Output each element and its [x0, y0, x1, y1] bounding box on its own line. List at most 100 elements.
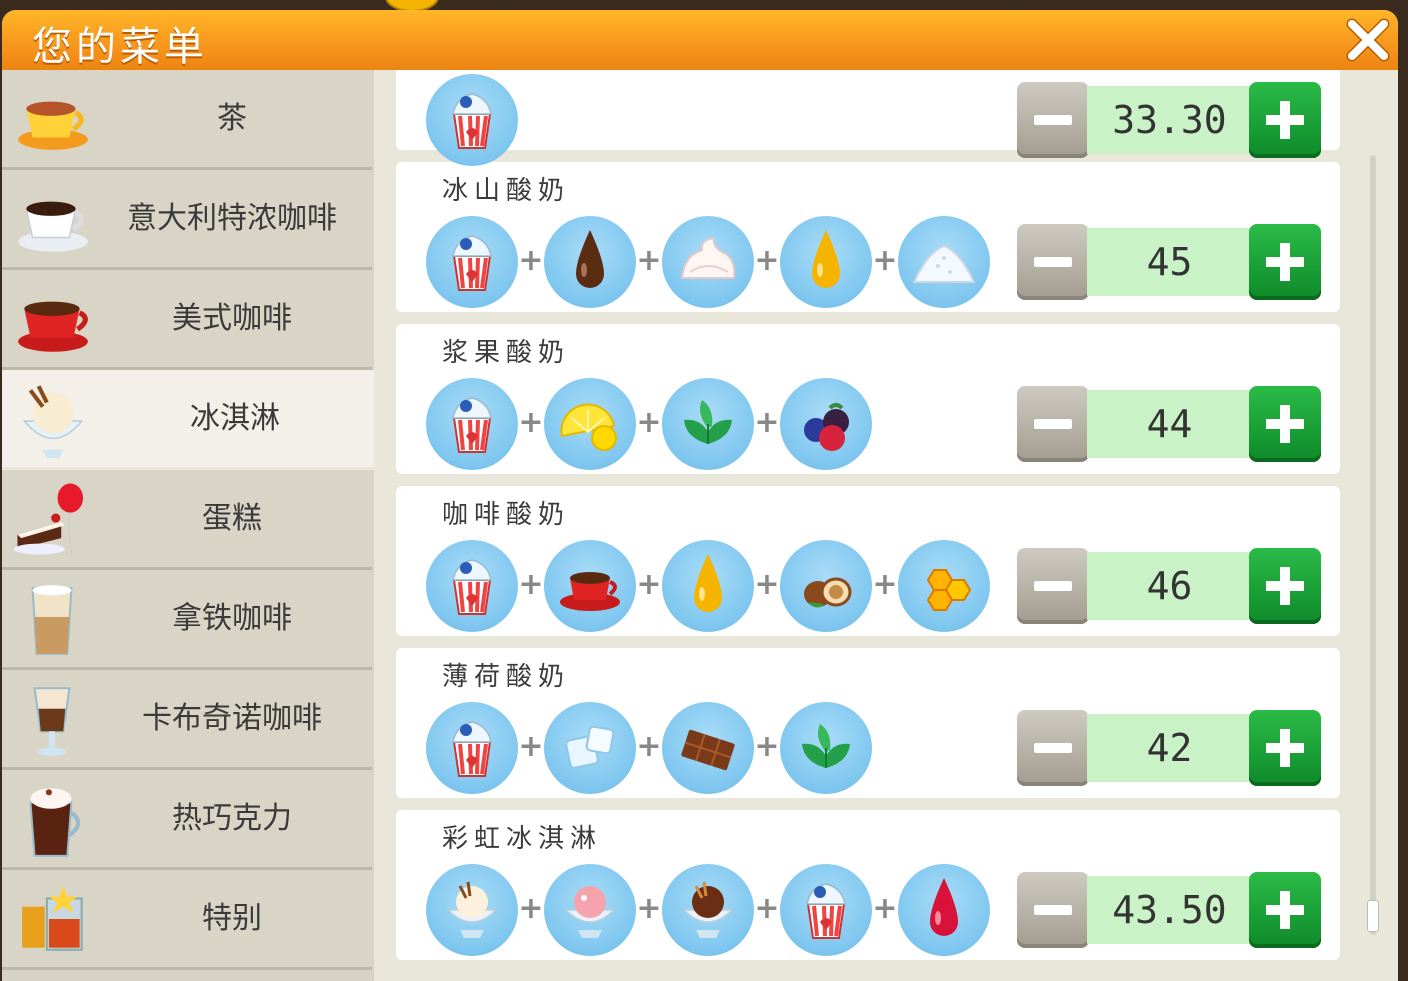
window-title: 您的菜单 — [32, 24, 208, 70]
syrup-drop-icon[interactable] — [662, 540, 754, 632]
category-item[interactable]: 拿铁咖啡 — [2, 570, 372, 670]
price-value[interactable]: 42 — [1087, 714, 1252, 782]
recipe-name: 薄荷酸奶 — [442, 662, 571, 692]
category-item[interactable]: 茶 — [2, 70, 372, 170]
price-stepper: 42 — [1017, 710, 1321, 786]
increase-price-button[interactable] — [1249, 872, 1321, 948]
plus-sign: + — [636, 729, 662, 764]
scrollbar[interactable] — [1367, 155, 1379, 935]
category-label: 热巧克力 — [172, 801, 292, 836]
decrease-price-button[interactable] — [1017, 224, 1089, 300]
yogurt-cup-icon[interactable] — [426, 702, 518, 794]
plus-sign: + — [754, 729, 780, 764]
decrease-price-button[interactable] — [1017, 710, 1089, 786]
hot-chocolate-icon — [12, 778, 94, 860]
increase-price-button[interactable] — [1249, 82, 1321, 158]
recipe-card: 33.30 — [396, 70, 1340, 166]
price-value[interactable]: 33.30 — [1087, 86, 1252, 154]
lemon-icon[interactable] — [544, 378, 636, 470]
price-stepper: 46 — [1017, 548, 1321, 624]
price-stepper: 45 — [1017, 224, 1321, 300]
plus-sign: + — [518, 891, 544, 926]
red-drop-icon[interactable] — [898, 864, 990, 956]
category-item[interactable]: 美式咖啡 — [2, 270, 372, 370]
close-button[interactable] — [1342, 14, 1394, 66]
whipped-cream-icon[interactable] — [662, 216, 754, 308]
plus-sign: + — [872, 243, 898, 278]
latte-glass-icon — [12, 578, 94, 660]
plus-sign: + — [518, 243, 544, 278]
chocolate-drop-icon[interactable] — [544, 216, 636, 308]
yogurt-cup-icon[interactable] — [426, 216, 518, 308]
menu-window: 您的菜单 茶意大利特浓咖啡 美式咖啡冰淇淋蛋糕拿铁咖啡卡布奇诺咖啡 热巧克力特别 彩… — [2, 10, 1398, 981]
syrup-drop-icon[interactable] — [780, 216, 872, 308]
decrease-price-button[interactable] — [1017, 386, 1089, 462]
increase-price-button[interactable] — [1249, 710, 1321, 786]
recipe-card: 咖啡酸奶 + + + + 46 — [396, 486, 1340, 636]
mint-icon[interactable] — [780, 702, 872, 794]
recipe-name: 冰山酸奶 — [442, 176, 571, 206]
increase-price-button[interactable] — [1249, 548, 1321, 624]
recipe-list: 彩虹冰淇淋 + + + + 43.50 薄荷酸奶 + + + 42 咖啡酸奶 + + + + 4… — [374, 70, 1398, 981]
mint-icon[interactable] — [662, 378, 754, 470]
price-value[interactable]: 43.50 — [1087, 876, 1252, 944]
sugar-pile-icon[interactable] — [898, 216, 990, 308]
berries-icon[interactable] — [780, 378, 872, 470]
yogurt-cup-icon[interactable] — [426, 74, 518, 166]
category-label: 蛋糕 — [202, 501, 262, 536]
category-label: 卡布奇诺咖啡 — [142, 701, 322, 736]
price-value[interactable]: 46 — [1087, 552, 1252, 620]
category-item[interactable]: 热巧克力 — [2, 770, 372, 870]
decrease-price-button[interactable] — [1017, 548, 1089, 624]
yogurt-cup-icon[interactable] — [426, 378, 518, 470]
plus-sign: + — [636, 567, 662, 602]
increase-price-button[interactable] — [1249, 386, 1321, 462]
strawberry-sundae-icon[interactable] — [544, 864, 636, 956]
yogurt-cup-icon[interactable] — [426, 540, 518, 632]
category-item[interactable]: 卡布奇诺咖啡 — [2, 670, 372, 770]
increase-price-button[interactable] — [1249, 224, 1321, 300]
category-label: 意大利特浓咖啡 — [127, 201, 337, 236]
plus-sign: + — [518, 729, 544, 764]
category-item[interactable]: 蛋糕 — [2, 470, 372, 570]
title-bar: 您的菜单 — [2, 10, 1398, 72]
coffee-cup-icon[interactable] — [544, 540, 636, 632]
category-item[interactable]: 特别 — [2, 870, 372, 970]
category-label: 拿铁咖啡 — [172, 601, 292, 636]
espresso-cup-icon — [12, 178, 94, 260]
decrease-price-button[interactable] — [1017, 82, 1089, 158]
plus-sign: + — [636, 891, 662, 926]
category-item[interactable]: 冰淇淋 — [2, 370, 378, 470]
recipe-card: 彩虹冰淇淋 + + + + 43.50 — [396, 810, 1340, 960]
cake-balloon-icon — [12, 478, 94, 560]
decrease-price-button[interactable] — [1017, 872, 1089, 948]
honeycomb-icon[interactable] — [898, 540, 990, 632]
yogurt-cup-icon[interactable] — [780, 864, 872, 956]
vanilla-sundae-icon[interactable] — [426, 864, 518, 956]
plus-sign: + — [754, 567, 780, 602]
price-stepper: 33.30 — [1017, 82, 1321, 158]
category-item[interactable]: 意大利特浓咖啡 — [2, 170, 372, 270]
scroll-thumb[interactable] — [1367, 900, 1379, 932]
ice-cubes-icon[interactable] — [544, 702, 636, 794]
category-label: 美式咖啡 — [172, 301, 292, 336]
plus-sign: + — [636, 405, 662, 440]
chocolate-bar-icon[interactable] — [662, 702, 754, 794]
recipe-name: 浆果酸奶 — [442, 338, 571, 368]
recipe-name: 咖啡酸奶 — [442, 500, 571, 530]
recipe-name: 彩虹冰淇淋 — [442, 824, 603, 854]
plus-sign: + — [872, 567, 898, 602]
category-label: 茶 — [217, 101, 247, 136]
hazelnut-icon[interactable] — [780, 540, 872, 632]
plus-sign: + — [518, 567, 544, 602]
category-sidebar: 茶意大利特浓咖啡 美式咖啡冰淇淋蛋糕拿铁咖啡卡布奇诺咖啡 热巧克力特别 — [2, 70, 378, 981]
price-value[interactable]: 45 — [1087, 228, 1252, 296]
recipe-card: 冰山酸奶 + + + + 45 — [396, 162, 1340, 312]
recipe-card: 薄荷酸奶 + + + 42 — [396, 648, 1340, 798]
plus-sign: + — [754, 891, 780, 926]
special-drink-icon — [12, 878, 94, 960]
plus-sign: + — [754, 405, 780, 440]
plus-sign: + — [518, 405, 544, 440]
price-value[interactable]: 44 — [1087, 390, 1252, 458]
chocolate-sundae-icon[interactable] — [662, 864, 754, 956]
